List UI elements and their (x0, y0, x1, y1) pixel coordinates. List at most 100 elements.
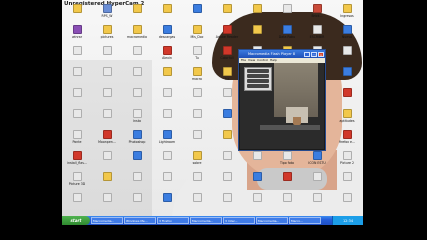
desktop-icon[interactable] (92, 109, 122, 131)
taskbar-button[interactable]: 3 Firefox (157, 217, 189, 224)
taskbar-button[interactable]: Windows Me... (124, 217, 156, 224)
desktop-icon[interactable]: Ingresos (332, 4, 362, 26)
desktop-icon[interactable] (92, 88, 122, 110)
desktop-icon[interactable]: ICON ESTU (302, 151, 332, 173)
desktop-icon[interactable] (242, 4, 272, 26)
desktop-icon[interactable] (182, 88, 212, 110)
desktop-icon[interactable]: macromedia (122, 25, 152, 47)
desktop-icon[interactable] (182, 193, 212, 215)
desktop-icon[interactable] (302, 172, 332, 194)
desktop-icon[interactable]: RPS_W (92, 4, 122, 26)
desktop-icon[interactable]: Alexin (152, 46, 182, 68)
flash-player-window[interactable]: Macromedia Flash Player 8 _ □ × File Vie… (238, 49, 326, 151)
desktop-icon[interactable] (272, 193, 302, 215)
desktop-icon[interactable] (152, 193, 182, 215)
taskbar-button[interactable]: Macromedia... (91, 217, 123, 224)
desktop-icon[interactable] (62, 46, 92, 68)
desktop-icon[interactable]: Tipo foto (272, 151, 302, 173)
desktop-icon[interactable]: Mis_Doc (182, 25, 212, 47)
desktop-icon[interactable] (332, 88, 362, 110)
desktop-icon[interactable] (92, 46, 122, 68)
desktop-icon[interactable]: Picture 2 (332, 151, 362, 173)
desktop-icon[interactable] (332, 193, 362, 215)
desktop-icon[interactable]: Insta (122, 109, 152, 131)
desktop-icon[interactable]: pictures (92, 25, 122, 47)
desktop-icon[interactable] (92, 193, 122, 215)
desktop-icon[interactable] (62, 88, 92, 110)
desktop-icon[interactable] (92, 151, 122, 173)
desktop-icon[interactable]: Tu (182, 46, 212, 68)
desktop-icon[interactable] (122, 4, 152, 26)
desktop-icon[interactable]: aptitudes (332, 109, 362, 131)
taskbar-button[interactable]: Macromedia... (256, 217, 288, 224)
desktop-icon[interactable]: descargas (152, 25, 182, 47)
taskbar-button[interactable]: 3 Inter... (223, 217, 255, 224)
desktop-icon[interactable]: Adobe Reader (212, 25, 242, 47)
desktop[interactable]: Unregistered HyperCam 2 RPS_W Brick... Ing… (62, 0, 363, 216)
flash-player-titlebar[interactable]: Macromedia Flash Player 8 _ □ × (239, 50, 325, 58)
desktop-icon[interactable] (152, 4, 182, 26)
system-tray[interactable]: 12:34 (332, 216, 363, 225)
desktop-icon[interactable] (182, 172, 212, 194)
minimize-button[interactable]: _ (304, 51, 310, 57)
desktop-icon[interactable] (242, 172, 272, 194)
taskbar-button[interactable]: Macromedia... (190, 217, 222, 224)
desktop-icon[interactable] (152, 109, 182, 131)
control-row[interactable] (247, 79, 269, 83)
desktop-icon[interactable] (212, 193, 242, 215)
desktop-icon[interactable]: ESCRIBIR (302, 25, 332, 47)
control-row[interactable] (247, 69, 269, 73)
desktop-icon[interactable] (62, 109, 92, 131)
desktop-icon[interactable]: Lightroom (152, 130, 182, 152)
desktop-icon[interactable] (242, 151, 272, 173)
taskbar-button[interactable]: Macro... (289, 217, 321, 224)
control-row[interactable] (247, 84, 269, 88)
desktop-icon[interactable]: Photoshop (122, 130, 152, 152)
desktop-icon[interactable] (302, 193, 332, 215)
desktop-icon[interactable] (212, 4, 242, 26)
desktop-icon[interactable] (122, 172, 152, 194)
desktop-icon[interactable] (122, 88, 152, 110)
desktop-icon[interactable]: sobre (182, 151, 212, 173)
desktop-icon[interactable]: macro (182, 67, 212, 89)
desktop-icon[interactable] (122, 193, 152, 215)
desktop-icon[interactable] (182, 130, 212, 152)
desktop-icon[interactable]: Brick... (302, 4, 332, 26)
desktop-icon[interactable]: install_flas... (62, 151, 92, 173)
desktop-icon[interactable] (152, 151, 182, 173)
desktop-icon[interactable] (122, 151, 152, 173)
close-button[interactable]: × (318, 51, 324, 57)
desktop-icon[interactable]: Nuevo (332, 25, 362, 47)
desktop-icon[interactable] (242, 25, 272, 47)
desktop-icon[interactable] (152, 172, 182, 194)
desktop-icon[interactable]: Ponte (62, 130, 92, 152)
desktop-icon[interactable]: firefox e... (332, 130, 362, 152)
desktop-icon[interactable] (332, 67, 362, 89)
maximize-button[interactable]: □ (311, 51, 317, 57)
desktop-icon[interactable] (332, 172, 362, 194)
control-row[interactable] (247, 74, 269, 78)
desktop-icon[interactable] (212, 172, 242, 194)
desktop-icon[interactable]: Moonpen... (92, 130, 122, 152)
desktop-icon[interactable] (212, 151, 242, 173)
desktop-icon[interactable] (272, 4, 302, 26)
desktop-icon[interactable]: winrar (62, 25, 92, 47)
desktop-icon[interactable] (122, 46, 152, 68)
flash-stage[interactable] (240, 63, 324, 149)
desktop-icon[interactable] (242, 193, 272, 215)
desktop-icon[interactable]: Picture 3D (62, 172, 92, 194)
desktop-icon[interactable] (182, 109, 212, 131)
desktop-icon[interactable] (332, 46, 362, 68)
desktop-icon[interactable] (182, 4, 212, 26)
start-button[interactable]: start (62, 216, 90, 225)
desktop-icon[interactable] (62, 193, 92, 215)
desktop-icon[interactable] (92, 172, 122, 194)
desktop-icon[interactable] (62, 67, 92, 89)
desktop-icon[interactable] (152, 67, 182, 89)
desktop-icon[interactable]: Data Roku (272, 25, 302, 47)
desktop-icon[interactable] (92, 67, 122, 89)
desktop-icon[interactable] (272, 172, 302, 194)
desktop-icon[interactable] (152, 88, 182, 110)
desktop-icon[interactable] (62, 4, 92, 26)
desktop-icon[interactable] (122, 67, 152, 89)
